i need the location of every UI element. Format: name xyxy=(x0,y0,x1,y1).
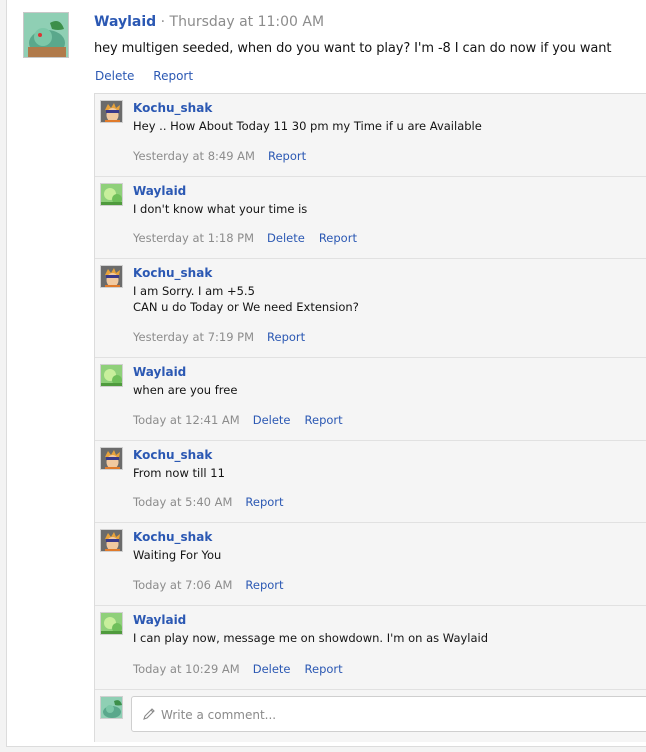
comment-meta: Today at 12:41 AM Delete Report xyxy=(133,413,357,427)
comment-report-link[interactable]: Report xyxy=(245,578,283,592)
waylaid-avatar[interactable] xyxy=(100,183,123,206)
comment-delete-link[interactable]: Delete xyxy=(267,231,305,245)
kochu-avatar[interactable] xyxy=(100,100,123,123)
comment-delete-link[interactable]: Delete xyxy=(253,662,291,676)
comment-timestamp[interactable]: Yesterday at 1:18 PM xyxy=(133,231,254,245)
comment-report-link[interactable]: Report xyxy=(319,231,357,245)
comment-text-line: I don't know what your time is xyxy=(133,202,308,216)
profile-post-card: Waylaid · Thursday at 11:00 AM hey multi… xyxy=(6,0,646,747)
kochu-avatar[interactable] xyxy=(100,265,123,288)
comment-meta: Today at 7:06 AM Report xyxy=(133,578,298,592)
comment-text: I can play now, message me on showdown. … xyxy=(133,630,488,646)
comment-delete-link[interactable]: Delete xyxy=(253,413,291,427)
meta-separator: · xyxy=(160,14,166,30)
comment-text-line: when are you free xyxy=(133,383,238,397)
comment-text: Waiting For You xyxy=(133,547,221,563)
comment-input[interactable]: Write a comment... xyxy=(131,696,646,732)
pencil-icon xyxy=(143,708,155,720)
comment-text-line: Waiting For You xyxy=(133,548,222,562)
comment-report-link[interactable]: Report xyxy=(267,330,305,344)
comment-item: Kochu_shak From now till 11 Today at 5:40 … xyxy=(95,441,646,523)
comment-placeholder: Write a comment... xyxy=(161,708,277,722)
comment-thread: Kochu_shak Hey .. How About Today 11 30 p… xyxy=(94,93,646,742)
comment-item: Waylaid when are you free Today at 12:41 A… xyxy=(95,358,646,441)
comment-report-link[interactable]: Report xyxy=(305,413,343,427)
comment-meta: Today at 5:40 AM Report xyxy=(133,495,298,509)
post-author-link[interactable]: Waylaid xyxy=(94,14,156,30)
comment-text: when are you free xyxy=(133,382,237,398)
comment-item: Waylaid I can play now, message me on sho… xyxy=(95,606,646,690)
comment-item: Kochu_shak Hey .. How About Today 11 30 p… xyxy=(95,94,646,177)
comment-author-link[interactable]: Kochu_shak xyxy=(133,101,212,115)
comment-text-line: I can play now, message me on showdown. … xyxy=(133,631,489,645)
comment-text-line: Hey .. How About Today 11 30 pm my Time … xyxy=(133,119,482,133)
post-delete-link[interactable]: Delete xyxy=(95,69,134,83)
comment-meta: Yesterday at 7:19 PM Report xyxy=(133,330,319,344)
comment-meta: Yesterday at 8:49 AM Report xyxy=(133,149,320,163)
waylaid-avatar[interactable] xyxy=(100,612,123,635)
comment-item: Kochu_shak Waiting For You Today at 7:06 A… xyxy=(95,523,646,606)
comment-timestamp[interactable]: Yesterday at 7:19 PM xyxy=(133,330,254,344)
comment-meta: Today at 10:29 AM Delete Report xyxy=(133,662,357,676)
post-message: hey multigen seeded, when do you want to… xyxy=(94,41,612,56)
post-report-link[interactable]: Report xyxy=(153,69,193,83)
comment-timestamp[interactable]: Yesterday at 8:49 AM xyxy=(133,149,255,163)
comment-text-line: CAN u do Today or We need Extension? xyxy=(133,300,359,314)
comment-item: Waylaid I don't know what your time is Yes… xyxy=(95,177,646,259)
comment-timestamp[interactable]: Today at 7:06 AM xyxy=(133,578,232,592)
comment-author-link[interactable]: Waylaid xyxy=(133,365,186,379)
comment-timestamp[interactable]: Today at 10:29 AM xyxy=(133,662,240,676)
comment-timestamp[interactable]: Today at 5:40 AM xyxy=(133,495,232,509)
comment-author-link[interactable]: Kochu_shak xyxy=(133,448,212,462)
comment-author-link[interactable]: Kochu_shak xyxy=(133,266,212,280)
comment-composer: Write a comment... xyxy=(95,690,646,743)
comment-author-link[interactable]: Waylaid xyxy=(133,613,186,627)
comment-text: I don't know what your time is xyxy=(133,201,307,217)
comment-text: Hey .. How About Today 11 30 pm my Time … xyxy=(133,118,482,134)
waylaid-avatar[interactable] xyxy=(100,364,123,387)
comment-report-link[interactable]: Report xyxy=(245,495,283,509)
comment-text: From now till 11 xyxy=(133,465,225,481)
post-actions: Delete Report xyxy=(95,69,208,83)
comment-text: I am Sorry. I am +5.5 CAN u do Today or W… xyxy=(133,283,359,315)
current-user-avatar[interactable] xyxy=(100,696,123,719)
comment-report-link[interactable]: Report xyxy=(305,662,343,676)
comment-text-line: I am Sorry. I am +5.5 xyxy=(133,284,255,298)
kochu-avatar[interactable] xyxy=(100,529,123,552)
post-header: Waylaid · Thursday at 11:00 AM xyxy=(94,14,324,30)
comment-text-line: From now till 11 xyxy=(133,466,225,480)
comment-item: Kochu_shak I am Sorry. I am +5.5 CAN u do … xyxy=(95,259,646,358)
comment-timestamp[interactable]: Today at 12:41 AM xyxy=(133,413,240,427)
kochu-avatar[interactable] xyxy=(100,447,123,470)
comment-meta: Yesterday at 1:18 PM Delete Report xyxy=(133,231,371,245)
comment-report-link[interactable]: Report xyxy=(268,149,306,163)
comment-author-link[interactable]: Waylaid xyxy=(133,184,186,198)
post-author-avatar[interactable] xyxy=(23,12,69,58)
comment-author-link[interactable]: Kochu_shak xyxy=(133,530,212,544)
post-timestamp[interactable]: Thursday at 11:00 AM xyxy=(170,14,325,30)
